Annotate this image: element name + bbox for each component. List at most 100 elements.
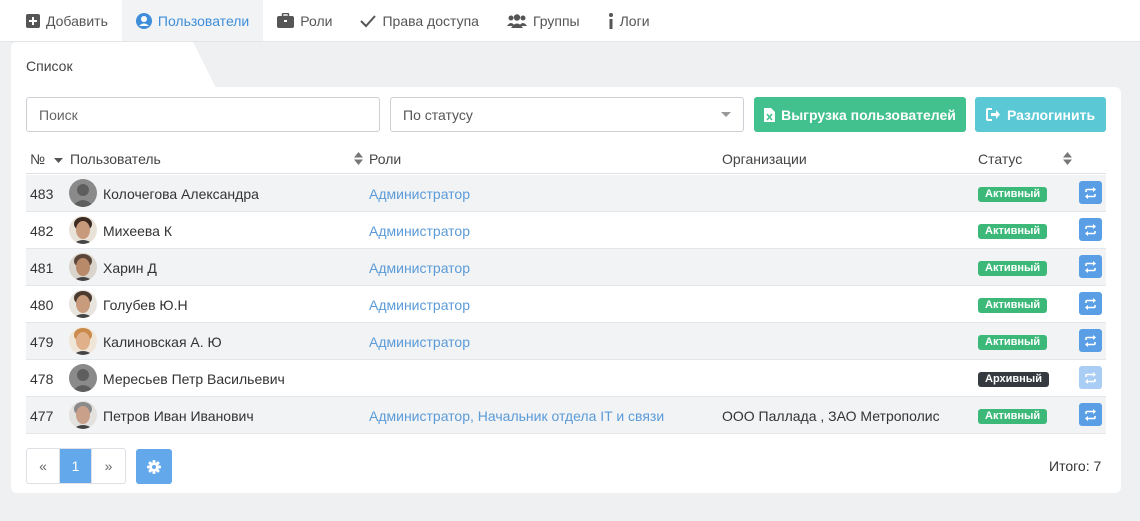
avatar [69, 216, 97, 244]
col-num[interactable]: № [30, 151, 45, 167]
plus-square-icon [26, 13, 40, 28]
nav-add-label: Добавить [46, 12, 108, 29]
table-row: 480 Голубев Ю.Н Администратор Активный [26, 286, 1106, 323]
nav-access[interactable]: Права доступа [346, 0, 492, 41]
col-user[interactable]: Пользователь [70, 151, 161, 167]
status-select[interactable]: По статусу [390, 97, 744, 132]
status-badge: Активный [978, 224, 1048, 239]
row-number: 483 [30, 186, 54, 202]
nav-users[interactable]: Пользователи [121, 0, 264, 41]
nav-roles-label: Роли [300, 12, 333, 29]
exchange-icon [1085, 334, 1096, 347]
users-icon [506, 13, 527, 28]
avatar [69, 179, 97, 207]
row-number: 478 [30, 371, 54, 387]
logout-users-label: Разлогинить [1006, 106, 1096, 123]
avatar [69, 253, 97, 281]
avatar [69, 327, 97, 355]
user-name[interactable]: Колочегова Александра [103, 186, 259, 202]
user-name[interactable]: Мересьев Петр Васильевич [103, 371, 285, 387]
toggle-status-button[interactable] [1079, 218, 1102, 241]
row-number: 482 [30, 223, 54, 239]
user-roles[interactable]: Администратор [369, 297, 470, 313]
col-orgs: Организации [722, 151, 807, 167]
nav-logs[interactable]: Логи [594, 0, 664, 41]
gear-icon [147, 459, 161, 474]
table-header: № Пользователь Роли Организации Статус [26, 143, 1106, 174]
status-badge: Активный [978, 409, 1048, 424]
table-row: 479 Калиновская А. Ю Администратор Актив… [26, 323, 1106, 360]
row-number: 477 [30, 408, 54, 424]
sort-icon[interactable] [1063, 152, 1072, 165]
pager-page-button[interactable]: 1 [60, 449, 92, 483]
top-navigation: Добавить Пользователи Роли Права доступа… [0, 0, 1140, 42]
avatar [69, 290, 97, 318]
check-icon [360, 14, 377, 27]
user-name[interactable]: Харин Д [103, 260, 157, 276]
total-count: Итого: 7 [1049, 458, 1102, 474]
sort-down-icon[interactable] [54, 158, 63, 163]
user-roles[interactable]: Администратор [369, 186, 470, 202]
file-excel-icon [764, 107, 776, 122]
chevron-down-icon [721, 112, 731, 117]
nav-logs-label: Логи [619, 12, 650, 29]
status-badge: Активный [978, 261, 1048, 276]
nav-groups-label: Группы [532, 12, 580, 29]
nav-groups[interactable]: Группы [493, 0, 594, 41]
avatar [69, 401, 97, 429]
nav-users-label: Пользователи [157, 12, 250, 29]
toggle-status-button[interactable] [1079, 403, 1102, 426]
exchange-icon [1085, 408, 1096, 421]
export-users-label: Выгрузка пользователей [781, 106, 956, 123]
toggle-status-button[interactable] [1079, 255, 1102, 278]
sign-out-icon [985, 108, 1000, 121]
user-roles[interactable]: Администратор [369, 223, 470, 239]
user-name[interactable]: Голубев Ю.Н [103, 297, 188, 313]
user-name[interactable]: Михеева К [103, 223, 172, 239]
nav-access-label: Права доступа [382, 12, 479, 29]
status-select-value: По статусу [403, 106, 473, 123]
avatar [69, 364, 97, 392]
settings-button[interactable] [136, 449, 172, 484]
user-circle-icon [135, 12, 152, 29]
table-row: 483 Колочегова Александра Администратор … [26, 175, 1106, 212]
user-roles[interactable]: Администратор [369, 260, 470, 276]
exchange-icon [1085, 223, 1096, 236]
status-badge: Активный [978, 335, 1048, 350]
toggle-status-button[interactable] [1079, 292, 1102, 315]
table-row: 481 Харин Д Администратор Активный [26, 249, 1106, 286]
tab-list[interactable]: Список [11, 42, 217, 90]
table-row: 478 Мересьев Петр Васильевич Архивный [26, 360, 1106, 397]
table-row: 482 Михеева К Администратор Активный [26, 212, 1106, 249]
sort-icon[interactable] [354, 152, 363, 165]
toggle-status-button[interactable] [1079, 181, 1102, 204]
status-badge: Активный [978, 298, 1048, 313]
exchange-icon [1085, 186, 1096, 199]
col-status[interactable]: Статус [978, 151, 1022, 167]
briefcase-icon [277, 13, 295, 28]
pager-prev-button[interactable]: « [27, 449, 60, 483]
user-orgs: ООО Паллада , ЗАО Метрополис [722, 408, 940, 424]
search-input[interactable] [26, 97, 380, 132]
toggle-status-button[interactable] [1079, 329, 1102, 352]
row-number: 479 [30, 334, 54, 350]
nav-add[interactable]: Добавить [12, 0, 122, 41]
user-roles[interactable]: Администратор, Начальник отдела IT и свя… [369, 408, 664, 424]
user-name[interactable]: Петров Иван Иванович [103, 408, 254, 424]
toggle-status-button[interactable] [1079, 366, 1102, 389]
user-name[interactable]: Калиновская А. Ю [103, 334, 222, 350]
exchange-icon [1085, 297, 1096, 310]
pagination: « 1 » [26, 448, 126, 484]
export-users-button[interactable]: Выгрузка пользователей [754, 97, 966, 132]
col-roles: Роли [369, 151, 402, 167]
row-number: 480 [30, 297, 54, 313]
exchange-icon [1085, 371, 1096, 384]
user-roles[interactable]: Администратор [369, 334, 470, 350]
pager-next-button[interactable]: » [92, 449, 125, 483]
row-number: 481 [30, 260, 54, 276]
exchange-icon [1085, 260, 1096, 273]
info-icon [608, 12, 613, 29]
nav-roles[interactable]: Роли [263, 0, 346, 41]
status-badge: Активный [978, 187, 1048, 202]
logout-users-button[interactable]: Разлогинить [975, 97, 1106, 132]
